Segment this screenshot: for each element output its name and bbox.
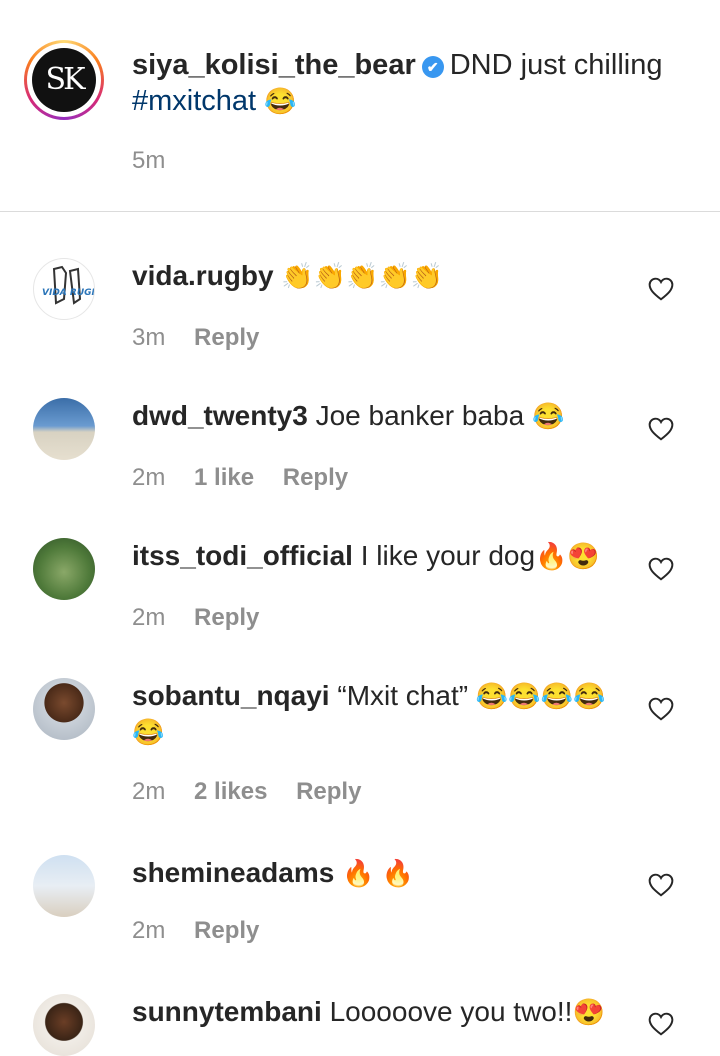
like-heart-icon[interactable] (648, 1012, 674, 1036)
commenter-avatar[interactable]: VIDA RUGBY (33, 258, 95, 320)
comment-emoji: 👏👏👏👏👏 (281, 261, 444, 291)
comment-body: Looooove you two!! (329, 996, 573, 1027)
commenter-username[interactable]: shemineadams (132, 857, 334, 888)
caption-body: DND just chilling (449, 49, 663, 81)
vida-rugby-logo: VIDA RUGBY (42, 265, 95, 305)
comment-body: I like your dog (360, 540, 536, 571)
reply-button[interactable]: Reply (194, 604, 259, 631)
avatar-logo-text: VIDA RUGBY (42, 288, 95, 298)
commenter-username[interactable]: vida.rugby (132, 260, 274, 291)
author-avatar-border: SK (27, 43, 101, 117)
likes-count[interactable]: 2 likes (194, 778, 267, 805)
comment-emoji: 🔥 🔥 (342, 858, 415, 888)
caption-text: siya_kolisi_the_bear ✔ DND just chilling #… (132, 47, 672, 119)
reply-button[interactable]: Reply (194, 917, 259, 944)
comment-text: sunnytembani Looooove you two!!😍 (132, 994, 632, 1030)
comment-text: sobantu_nqayi “Mxit chat” 😂😂😂😂 😂 (132, 678, 612, 750)
caption-timestamp: 5m (132, 147, 166, 174)
comment-text: dwd_twenty3 Joe banker baba 😂 (132, 398, 632, 434)
commenter-avatar[interactable] (33, 994, 95, 1056)
hashtag-link[interactable]: #mxitchat (132, 85, 256, 117)
comment-text: itss_todi_official I like your dog🔥😍 (132, 538, 632, 574)
comment-body: “Mxit chat” (337, 680, 469, 711)
commenter-avatar[interactable] (33, 855, 95, 917)
reply-button[interactable]: Reply (296, 778, 361, 805)
caption-emoji: 😂 (264, 86, 297, 116)
commenter-avatar[interactable] (33, 398, 95, 460)
comment-text: shemineadams 🔥 🔥 (132, 855, 632, 891)
comment-time: 2m (132, 604, 166, 631)
comment-meta: 2m Reply (132, 917, 281, 945)
verified-badge-icon: ✔ (421, 56, 444, 78)
commenter-username[interactable]: sunnytembani (132, 996, 322, 1027)
comment-meta: 2m 1 like Reply (132, 464, 370, 492)
commenter-username[interactable]: dwd_twenty3 (132, 400, 308, 431)
likes-count[interactable]: 1 like (194, 464, 254, 491)
commenter-avatar[interactable] (33, 538, 95, 600)
comment-meta: 2m 2 likes Reply (132, 778, 383, 806)
comment-emoji: 🔥😍 (535, 541, 600, 571)
commenter-username[interactable]: itss_todi_official (132, 540, 353, 571)
post-caption: SK siya_kolisi_the_bear ✔ DND just chillin… (0, 0, 720, 212)
comment-meta: 3m Reply (132, 324, 281, 352)
comment-meta: 2m Reply (132, 604, 281, 632)
author-username[interactable]: siya_kolisi_the_bear (132, 49, 416, 81)
commenter-avatar[interactable] (33, 678, 95, 740)
comment-time: 2m (132, 464, 166, 491)
comment-time: 2m (132, 778, 166, 805)
comment-time: 2m (132, 917, 166, 944)
reply-button[interactable]: Reply (283, 464, 348, 491)
like-heart-icon[interactable] (648, 697, 674, 721)
like-heart-icon[interactable] (648, 277, 674, 301)
author-avatar[interactable]: SK (32, 48, 96, 112)
comment-body: Joe banker baba (315, 400, 525, 431)
comment-emoji: 😂 (531, 401, 565, 431)
reply-button[interactable]: Reply (194, 324, 259, 351)
commenter-username[interactable]: sobantu_nqayi (132, 680, 330, 711)
like-heart-icon[interactable] (648, 873, 674, 897)
comment-text: vida.rugby 👏👏👏👏👏 (132, 258, 632, 294)
like-heart-icon[interactable] (648, 557, 674, 581)
comment-time: 3m (132, 324, 166, 351)
like-heart-icon[interactable] (648, 417, 674, 441)
author-avatar-story-ring[interactable]: SK (24, 40, 104, 120)
comment-emoji: 😍 (572, 997, 605, 1027)
